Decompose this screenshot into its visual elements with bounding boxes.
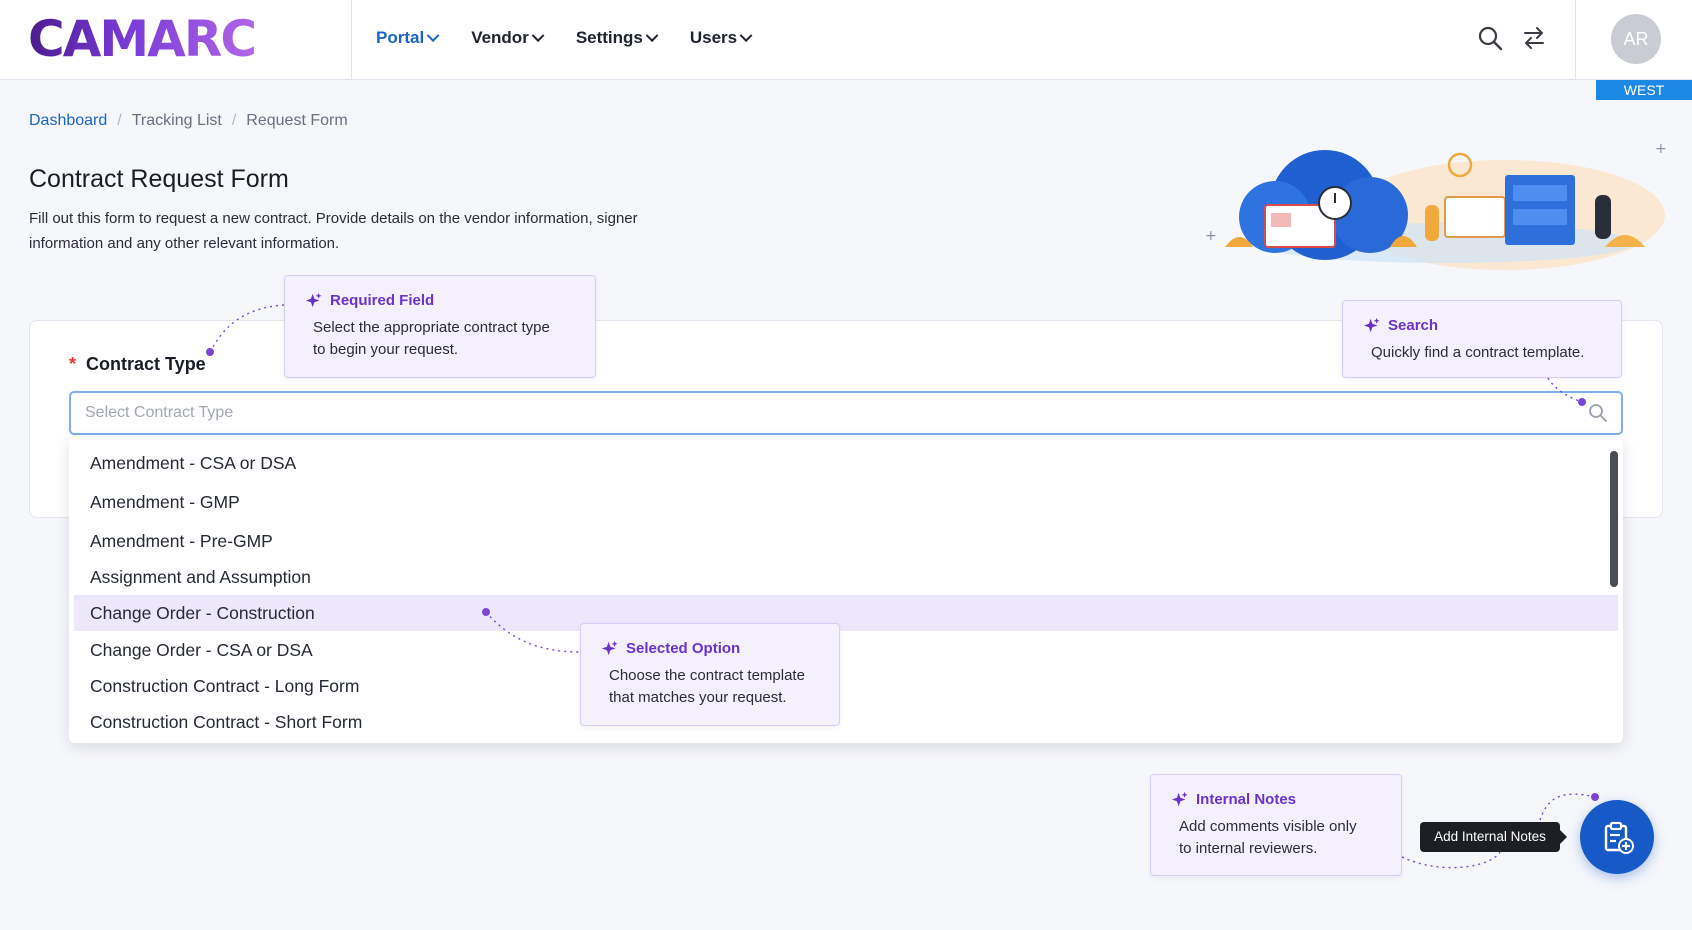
sparkle-icon xyxy=(305,292,322,308)
region-badge: WEST xyxy=(1596,80,1692,100)
dropdown-option[interactable]: Construction Contract - Short Form xyxy=(74,704,1618,740)
dropdown-option[interactable]: Amendment - Pre-GMP xyxy=(74,523,1618,559)
dropdown-option-highlighted[interactable]: Change Order - Construction xyxy=(74,595,1618,631)
nav-portal[interactable]: Portal xyxy=(376,28,440,48)
nav-vendor[interactable]: Vendor xyxy=(471,28,545,48)
office-illustration: + + xyxy=(1205,141,1667,270)
contract-type-dropdown: Amendment - CSA or DSA Amendment - GMP A… xyxy=(69,437,1623,743)
chevron-down-icon xyxy=(739,28,753,42)
callout-body: Choose the contract template that matches… xyxy=(609,667,805,706)
required-field-callout: Required Field Select the appropriate co… xyxy=(284,275,596,378)
svg-text:+: + xyxy=(1205,228,1217,244)
nav-settings[interactable]: Settings xyxy=(576,28,659,48)
search-icon[interactable] xyxy=(1588,403,1608,423)
chevron-down-icon xyxy=(426,28,440,42)
switch-arrows-icon[interactable] xyxy=(1520,24,1548,52)
camarc-logo[interactable]: CAMARC xyxy=(28,12,257,66)
contract-type-select-input[interactable] xyxy=(69,391,1623,435)
breadcrumb: Dashboard / Tracking List / Request Form xyxy=(29,112,348,130)
nav-users[interactable]: Users xyxy=(690,28,753,48)
chevron-down-icon xyxy=(645,28,659,42)
dropdown-option[interactable]: Change Order - CSA or DSA xyxy=(74,632,1618,668)
chevron-down-icon xyxy=(531,28,545,42)
contract-type-label: * Contract Type xyxy=(69,354,206,374)
header-divider xyxy=(351,0,352,80)
breadcrumb-separator: / xyxy=(117,112,122,129)
dropdown-option[interactable]: Amendment - CSA or DSA xyxy=(74,445,1618,481)
svg-text:+: + xyxy=(1655,141,1667,157)
callout-body: Quickly find a contract template. xyxy=(1371,344,1585,361)
page-title: Contract Request Form xyxy=(29,165,289,193)
clipboard-add-icon xyxy=(1604,821,1634,854)
breadcrumb-request-form: Request Form xyxy=(246,112,348,129)
callout-body: Add comments visible only to internal rev… xyxy=(1179,818,1357,857)
main-nav: Portal Vendor Settings Users xyxy=(376,28,753,48)
callout-body: Select the appropriate contract type to b… xyxy=(313,319,550,358)
selected-option-callout: Selected Option Choose the contract temp… xyxy=(580,623,840,726)
search-callout: Search Quickly find a contract template. xyxy=(1342,300,1622,378)
breadcrumb-tracking-list[interactable]: Tracking List xyxy=(132,112,222,130)
add-internal-notes-button[interactable] xyxy=(1580,800,1654,874)
dropdown-option[interactable]: Amendment - GMP xyxy=(74,484,1618,520)
breadcrumb-separator: / xyxy=(231,112,237,129)
internal-notes-callout: Internal Notes Add comments visible only… xyxy=(1150,774,1402,876)
search-icon[interactable] xyxy=(1476,24,1504,52)
header-divider xyxy=(1575,0,1576,80)
sparkle-icon xyxy=(1363,317,1380,333)
required-marker: * xyxy=(69,354,77,374)
add-notes-tooltip: Add Internal Notes xyxy=(1420,822,1567,852)
user-avatar[interactable]: AR xyxy=(1611,14,1661,64)
dropdown-option[interactable]: Assignment and Assumption xyxy=(74,559,1618,595)
dropdown-scrollbar[interactable] xyxy=(1610,451,1618,587)
dropdown-option[interactable]: Construction Contract - Long Form xyxy=(74,668,1618,704)
sparkle-icon xyxy=(1171,791,1188,807)
breadcrumb-dashboard[interactable]: Dashboard xyxy=(29,112,107,130)
page-description: Fill out this form to request a new cont… xyxy=(29,210,638,252)
top-header: CAMARC Portal Vendor Settings Users AR xyxy=(0,0,1692,80)
sparkle-icon xyxy=(601,640,618,656)
